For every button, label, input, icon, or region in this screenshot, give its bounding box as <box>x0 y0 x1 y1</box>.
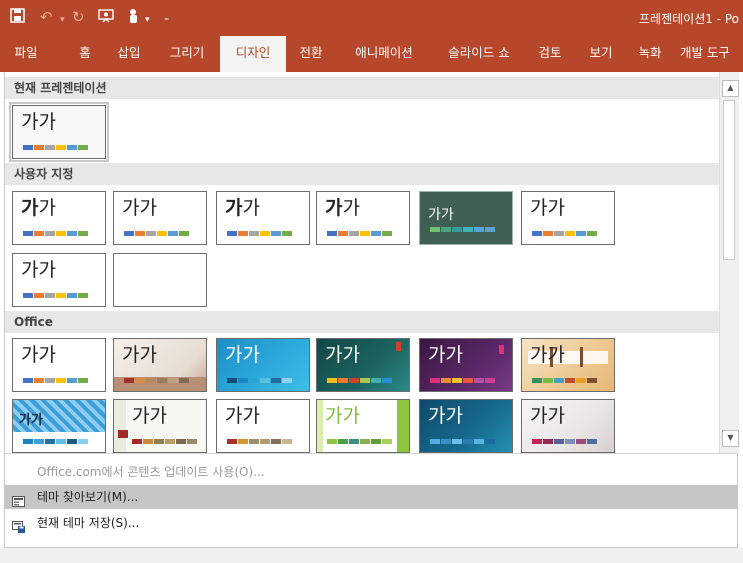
gallery-scrollbar[interactable]: ▲ ▼ <box>719 72 739 453</box>
theme-sample-text: 가가 <box>530 405 565 427</box>
theme-sample-text: 가가 <box>530 344 565 366</box>
color-swatches <box>532 378 597 383</box>
document-title: 프레젠테이션1 - Po <box>639 12 739 26</box>
theme-current[interactable]: 가가 <box>9 102 109 162</box>
editor-area-edge <box>0 548 743 563</box>
color-swatches <box>124 231 189 236</box>
theme-sample-text: 가가 <box>19 413 43 428</box>
theme-sample-text: 가가 <box>325 405 360 427</box>
color-swatches <box>327 439 392 444</box>
customize-qat-icon[interactable]: ₌ <box>164 10 169 28</box>
theme-facet-green[interactable]: 가가 <box>316 399 410 453</box>
color-swatches <box>430 227 495 232</box>
theme-organic[interactable]: 가가 <box>521 338 615 392</box>
enable-content-updates-item: Office.com에서 콘텐츠 업데이트 사용(O)... <box>37 465 265 479</box>
browse-themes-item[interactable]: 테마 찾아보기(M)... <box>5 485 738 509</box>
theme-facet-gray[interactable]: 가가 <box>216 399 310 453</box>
theme-custom-blank[interactable] <box>113 253 207 307</box>
scrollbar-thumb[interactable] <box>723 100 735 260</box>
scroll-down-arrow-icon[interactable]: ▼ <box>722 430 739 447</box>
theme-ion-teal[interactable]: 가가 <box>419 399 513 453</box>
color-swatches <box>23 378 88 383</box>
color-swatches <box>132 439 197 444</box>
theme-sample-text: 가가 <box>325 197 360 219</box>
theme-sample-text: 가가 <box>21 344 56 366</box>
redo-icon[interactable]: ↻ <box>72 8 85 26</box>
theme-sample-text: 가가 <box>122 344 157 366</box>
theme-custom-3[interactable]: 가가 <box>216 191 310 245</box>
tab-home[interactable]: 홈 <box>72 36 98 72</box>
tab-draw[interactable]: 그리기 <box>160 36 214 72</box>
theme-sample-text: 가가 <box>530 197 565 219</box>
touch-dropdown-icon[interactable]: ▾ <box>145 11 150 29</box>
theme-sample-text: 가가 <box>122 197 157 219</box>
tab-file[interactable]: 파일 <box>6 36 46 72</box>
theme-slice[interactable]: 가가 <box>521 399 615 453</box>
theme-sample-text: 가가 <box>428 207 454 223</box>
color-swatches <box>532 231 597 236</box>
present-from-start-icon[interactable] <box>98 8 114 28</box>
theme-ion-dark[interactable]: 가가 <box>316 338 410 392</box>
color-swatches <box>227 231 292 236</box>
theme-circuit[interactable]: 가가 <box>113 399 207 453</box>
color-swatches <box>227 378 292 383</box>
folder-theme-icon <box>12 491 25 507</box>
menu-divider <box>5 453 738 454</box>
color-swatches <box>124 378 189 383</box>
theme-office[interactable]: 가가 <box>12 338 106 392</box>
color-swatches <box>327 231 392 236</box>
theme-sample-text: 가가 <box>225 405 260 427</box>
color-swatches <box>23 231 88 236</box>
theme-sample-text: 가가 <box>428 405 463 427</box>
scroll-up-arrow-icon[interactable]: ▲ <box>722 80 739 97</box>
theme-custom-1[interactable]: 가가 <box>12 191 106 245</box>
theme-custom-4[interactable]: 가가 <box>316 191 410 245</box>
theme-sample-text: 가가 <box>428 344 463 366</box>
theme-sample-text: 가가 <box>132 405 167 427</box>
ribbon-tabs: 파일 홈 삽입 그리기 디자인 전환 애니메이션 슬라이드 쇼 검토 보기 녹화… <box>0 36 743 72</box>
save-current-theme-item[interactable]: 현재 테마 저장(S)... <box>5 511 738 535</box>
theme-ion-blue[interactable]: 가가 <box>216 338 310 392</box>
title-bar: ↶ ▾ ↻ ▾ ₌ 프레젠테이션1 - Po <box>0 0 743 36</box>
tab-transitions[interactable]: 전환 <box>292 36 330 72</box>
theme-dividend[interactable]: 가가 <box>12 399 106 453</box>
save-icon[interactable] <box>10 8 25 27</box>
color-swatches <box>227 439 292 444</box>
theme-sample-text: 가가 <box>225 197 260 219</box>
tab-recording[interactable]: 녹화 <box>630 36 670 72</box>
theme-ion-purple[interactable]: 가가 <box>419 338 513 392</box>
section-header-custom: 사용자 지정 <box>5 163 719 185</box>
theme-sample-text: 가가 <box>225 344 260 366</box>
undo-icon[interactable]: ↶ <box>40 8 53 26</box>
theme-wood-type[interactable]: 가가 <box>113 338 207 392</box>
color-swatches <box>532 439 597 444</box>
color-swatches <box>327 378 392 383</box>
touch-mode-icon[interactable] <box>127 8 141 28</box>
tab-review[interactable]: 검토 <box>532 36 568 72</box>
theme-gallery: 현재 프레젠테이션 가가 사용자 지정 가가 가가 가가 가가 가가 가가 가가… <box>4 72 739 548</box>
section-header-office: Office <box>5 311 719 333</box>
theme-custom-5[interactable]: 가가 <box>419 191 513 245</box>
tab-design[interactable]: 디자인 <box>220 36 286 72</box>
theme-sample-text: 가가 <box>325 344 360 366</box>
theme-custom-7[interactable]: 가가 <box>12 253 106 307</box>
tab-insert[interactable]: 삽입 <box>110 36 148 72</box>
tab-animations[interactable]: 애니메이션 <box>342 36 426 72</box>
color-swatches <box>23 145 88 150</box>
theme-custom-6[interactable]: 가가 <box>521 191 615 245</box>
tab-view[interactable]: 보기 <box>582 36 620 72</box>
theme-sample-text: 가가 <box>21 197 56 219</box>
theme-sample-text: 가가 <box>21 259 56 281</box>
color-swatches <box>23 293 88 298</box>
theme-custom-2[interactable]: 가가 <box>113 191 207 245</box>
section-header-current: 현재 프레젠테이션 <box>5 77 719 99</box>
color-swatches <box>23 439 88 444</box>
tab-developer[interactable]: 개발 도구 <box>680 36 743 72</box>
undo-dropdown-icon[interactable]: ▾ <box>60 11 65 29</box>
save-theme-icon <box>12 517 25 533</box>
theme-sample-text: 가가 <box>21 111 56 133</box>
color-swatches <box>430 378 495 383</box>
tab-slideshow[interactable]: 슬라이드 쇼 <box>434 36 524 72</box>
color-swatches <box>430 439 495 444</box>
